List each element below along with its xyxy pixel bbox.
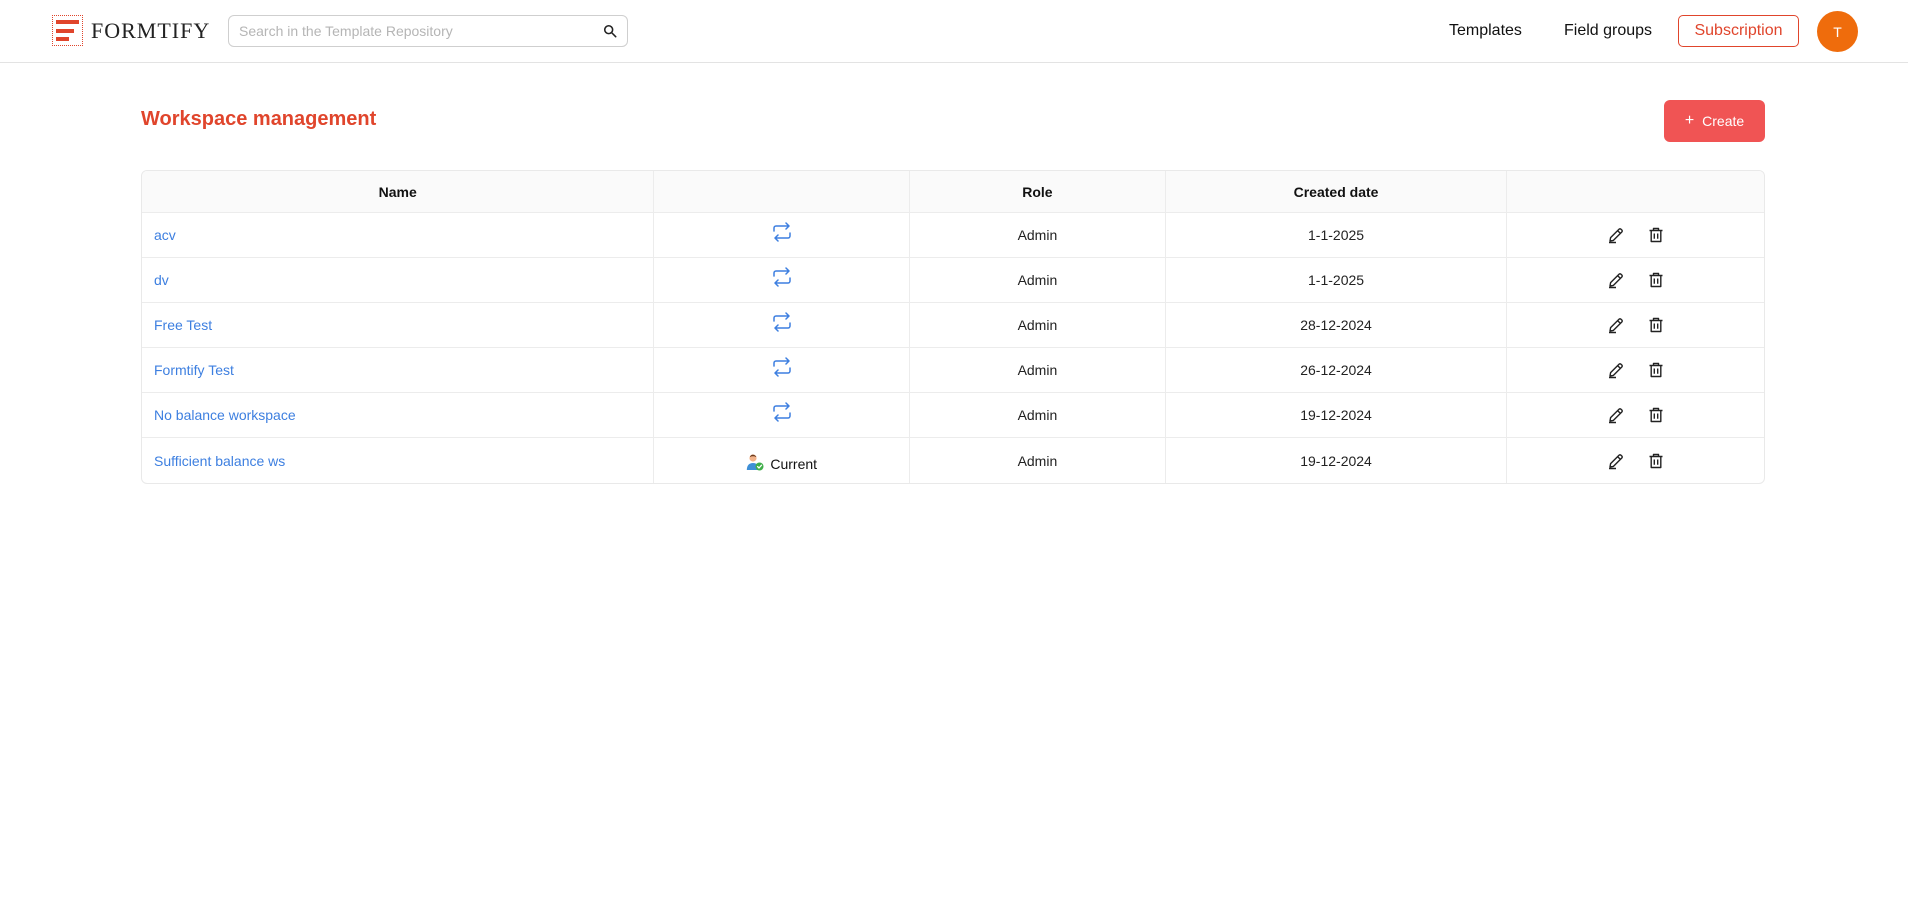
workspace-name-link[interactable]: acv — [154, 227, 176, 243]
role-cell: Admin — [910, 303, 1166, 347]
delete-icon[interactable] — [1647, 406, 1665, 424]
created-date-cell: 1-1-2025 — [1166, 258, 1508, 302]
delete-icon[interactable] — [1647, 316, 1665, 334]
role-cell: Admin — [910, 438, 1166, 483]
user-avatar[interactable]: T — [1817, 11, 1858, 52]
workspace-name-link[interactable]: Free Test — [154, 317, 212, 333]
search-icon[interactable] — [603, 24, 617, 38]
edit-icon[interactable] — [1607, 271, 1625, 289]
table-row: acv Admin 1-1-2025 — [142, 213, 1764, 258]
created-date-cell: 19-12-2024 — [1166, 438, 1508, 483]
workspace-name-link[interactable]: No balance workspace — [154, 407, 296, 423]
formtify-logo-icon — [52, 15, 83, 46]
created-date-cell: 1-1-2025 — [1166, 213, 1508, 257]
edit-icon[interactable] — [1607, 406, 1625, 424]
create-workspace-button[interactable]: + Create — [1664, 100, 1765, 142]
current-user-icon — [747, 453, 764, 470]
delete-icon[interactable] — [1647, 452, 1665, 470]
table-row: Formtify Test Admin 26-12-2024 — [142, 348, 1764, 393]
template-search-box — [228, 15, 628, 47]
page-title: Workspace management — [141, 108, 377, 130]
table-header-row: Name Role Created date — [142, 171, 1764, 213]
switch-workspace-icon[interactable] — [771, 267, 793, 287]
search-input[interactable] — [239, 16, 589, 46]
table-row: No balance workspace Admin 19-12-2024 — [142, 393, 1764, 438]
workspace-table: Name Role Created date acv Admin 1-1-202… — [141, 170, 1765, 484]
role-cell: Admin — [910, 393, 1166, 437]
switch-workspace-icon[interactable] — [771, 312, 793, 332]
role-cell: Admin — [910, 258, 1166, 302]
column-header-created-date: Created date — [1166, 171, 1508, 212]
edit-icon[interactable] — [1607, 452, 1625, 470]
nav-templates[interactable]: Templates — [1449, 0, 1522, 62]
current-label: Current — [770, 455, 818, 472]
nav-field-groups[interactable]: Field groups — [1564, 0, 1652, 62]
column-header-switch — [654, 171, 911, 212]
subscription-button[interactable]: Subscription — [1678, 15, 1799, 47]
delete-icon[interactable] — [1647, 361, 1665, 379]
column-header-actions — [1507, 171, 1764, 212]
workspace-name-link[interactable]: Sufficient balance ws — [154, 453, 285, 469]
switch-workspace-icon[interactable] — [771, 357, 793, 377]
workspace-name-link[interactable]: Formtify Test — [154, 362, 234, 378]
edit-icon[interactable] — [1607, 226, 1625, 244]
edit-icon[interactable] — [1607, 316, 1625, 334]
column-header-name: Name — [142, 171, 655, 212]
column-header-role: Role — [910, 171, 1166, 212]
created-date-cell: 19-12-2024 — [1166, 393, 1508, 437]
role-cell: Admin — [910, 348, 1166, 392]
brand-logo[interactable]: FORMTIFY — [52, 15, 210, 46]
current-workspace-indicator: Current — [746, 452, 817, 472]
switch-workspace-icon[interactable] — [771, 402, 793, 422]
edit-icon[interactable] — [1607, 361, 1625, 379]
delete-icon[interactable] — [1647, 271, 1665, 289]
logo-text: FORMTIFY — [91, 17, 211, 43]
create-label: Create — [1702, 113, 1745, 129]
switch-workspace-icon[interactable] — [771, 222, 793, 242]
table-row: dv Admin 1-1-2025 — [142, 258, 1764, 303]
table-row: Free Test Admin 28-12-2024 — [142, 303, 1764, 348]
created-date-cell: 26-12-2024 — [1166, 348, 1508, 392]
top-header: FORMTIFY Templates Field groups Subscrip… — [0, 0, 1908, 63]
delete-icon[interactable] — [1647, 226, 1665, 244]
role-cell: Admin — [910, 213, 1166, 257]
created-date-cell: 28-12-2024 — [1166, 303, 1508, 347]
table-row: Sufficient balance ws Current Admin 19-1… — [142, 438, 1764, 483]
plus-icon: + — [1684, 112, 1695, 129]
workspace-name-link[interactable]: dv — [154, 272, 169, 288]
